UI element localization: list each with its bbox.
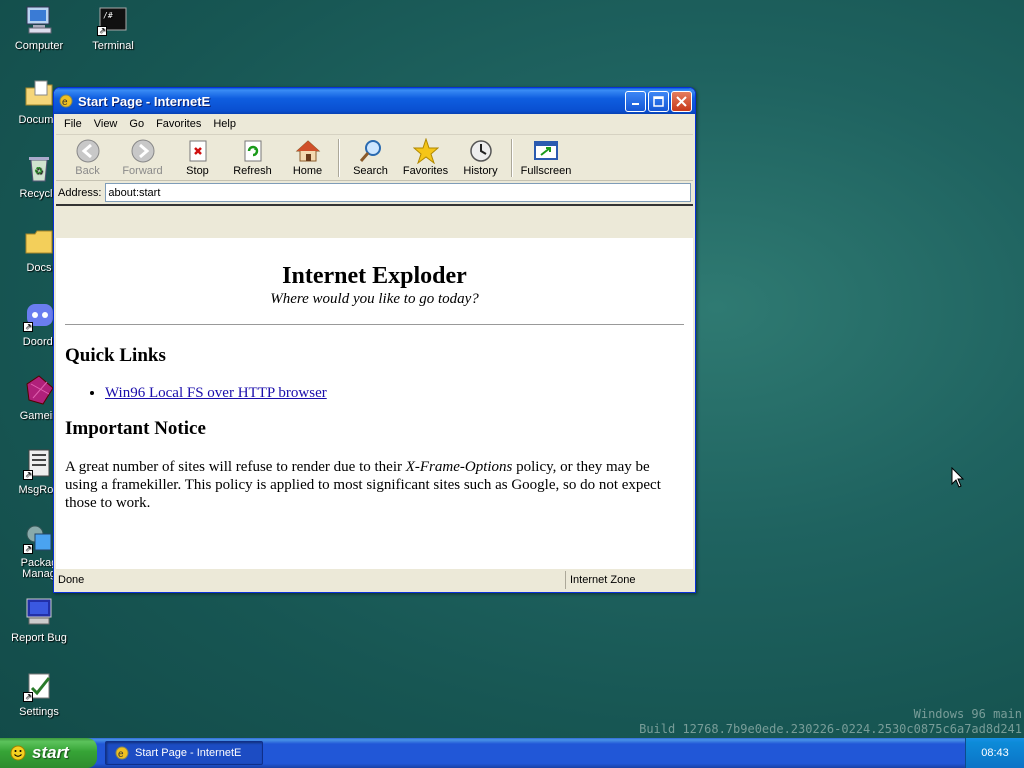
- back-arrow-icon: [75, 138, 101, 164]
- internet-explorer-icon: e: [58, 93, 74, 109]
- status-zone: Internet Zone: [565, 570, 693, 589]
- svg-text:/#: /#: [103, 11, 113, 20]
- system-tray: 08:43: [965, 738, 1024, 768]
- list-item: Win96 Local FS over HTTP browser: [105, 385, 684, 402]
- search-button[interactable]: Search: [343, 138, 398, 178]
- home-icon: [295, 138, 321, 164]
- svg-text:e: e: [62, 97, 68, 108]
- desktop-icon-terminal[interactable]: /# ↗ Terminal: [74, 2, 152, 68]
- status-text: Done: [58, 573, 85, 586]
- refresh-icon: [240, 138, 266, 164]
- desktop-icon-settings[interactable]: ↗ Settings: [0, 668, 78, 734]
- package-manager-icon: ↗: [23, 522, 55, 554]
- recycle-bin-icon: ♻: [23, 152, 55, 184]
- favorites-star-icon: [412, 137, 439, 165]
- divider: [65, 324, 684, 325]
- page-heading: Internet Exploder: [282, 263, 467, 289]
- menu-bar: File View Go Favorites Help: [56, 114, 693, 135]
- smiley-icon: [10, 745, 26, 761]
- minimize-icon: [631, 103, 639, 105]
- start-button[interactable]: start: [0, 738, 97, 768]
- history-button[interactable]: History: [453, 138, 508, 178]
- back-button[interactable]: Back: [60, 138, 115, 178]
- desktop-icon-report-bug[interactable]: Report Bug: [0, 594, 78, 660]
- svg-text:♻: ♻: [34, 166, 43, 177]
- terminal-icon: /# ↗: [97, 4, 129, 36]
- stop-button[interactable]: Stop: [170, 138, 225, 178]
- quick-link-fs-browser[interactable]: Win96 Local FS over HTTP browser: [105, 385, 327, 401]
- taskbar-item-browser[interactable]: e Start Page - InternetE: [105, 741, 263, 765]
- message-room-icon: ↗: [23, 448, 55, 480]
- home-button[interactable]: Home: [280, 138, 335, 178]
- close-icon: [676, 95, 687, 107]
- favorites-button[interactable]: Favorites: [398, 137, 453, 178]
- window-body: File View Go Favorites Help Back Forward: [56, 114, 693, 590]
- toolbar-separator: [338, 139, 340, 177]
- fullscreen-button[interactable]: Fullscreen: [516, 138, 576, 178]
- menu-view[interactable]: View: [88, 118, 124, 130]
- title-bar[interactable]: e Start Page - InternetE: [54, 88, 695, 114]
- quick-links-heading: Quick Links: [65, 345, 166, 366]
- close-button[interactable]: [671, 90, 692, 112]
- internet-explorer-icon: e: [114, 745, 130, 761]
- folder-icon: [23, 226, 55, 258]
- search-icon: [358, 138, 384, 164]
- address-label: Address:: [58, 186, 102, 199]
- notice-heading: Important Notice: [65, 418, 206, 439]
- settings-icon: ↗: [23, 670, 55, 702]
- history-icon: [468, 138, 494, 164]
- window-title: Start Page - InternetE: [78, 93, 211, 109]
- desktop-icon-computer[interactable]: Computer: [0, 2, 78, 68]
- page-tagline: Where would you like to go today?: [270, 291, 479, 307]
- computer-icon: [23, 4, 55, 36]
- browser-window[interactable]: e Start Page - InternetE File View Go Fa…: [53, 87, 696, 593]
- address-bar: Address:: [56, 181, 693, 206]
- stop-icon: [185, 138, 211, 164]
- forward-button[interactable]: Forward: [115, 138, 170, 178]
- menu-file[interactable]: File: [58, 118, 88, 130]
- fullscreen-icon: [533, 138, 559, 164]
- refresh-button[interactable]: Refresh: [225, 138, 280, 178]
- menu-help[interactable]: Help: [207, 118, 242, 130]
- clock[interactable]: 08:43: [981, 747, 1009, 759]
- quick-links-list: Win96 Local FS over HTTP browser: [105, 385, 684, 402]
- maximize-button[interactable]: [648, 90, 669, 112]
- minimize-button[interactable]: [625, 90, 646, 112]
- notice-text: A great number of sites will refuse to r…: [65, 459, 661, 511]
- discord-icon: ↗: [23, 300, 55, 332]
- documents-icon: [23, 78, 55, 110]
- address-input[interactable]: [105, 183, 691, 202]
- build-watermark: Windows 96 main Build 12768.7b9e0ede.230…: [639, 707, 1022, 736]
- svg-text:e: e: [118, 749, 124, 760]
- toolbar-separator-2: [511, 139, 513, 177]
- game-icon: [23, 374, 55, 406]
- maximize-icon: [653, 95, 664, 107]
- mouse-cursor-icon: [951, 466, 965, 489]
- report-bug-icon: [23, 596, 55, 628]
- taskbar: start e Start Page - InternetE 08:43: [0, 738, 1024, 768]
- menu-go[interactable]: Go: [123, 118, 150, 130]
- status-bar: Done Internet Zone: [56, 568, 693, 590]
- toolbar: Back Forward Stop Refresh Home Search Fa…: [56, 135, 693, 181]
- menu-favorites[interactable]: Favorites: [150, 118, 207, 130]
- page-content: Internet Exploder Where would you like t…: [56, 238, 693, 568]
- forward-arrow-icon: [130, 138, 156, 164]
